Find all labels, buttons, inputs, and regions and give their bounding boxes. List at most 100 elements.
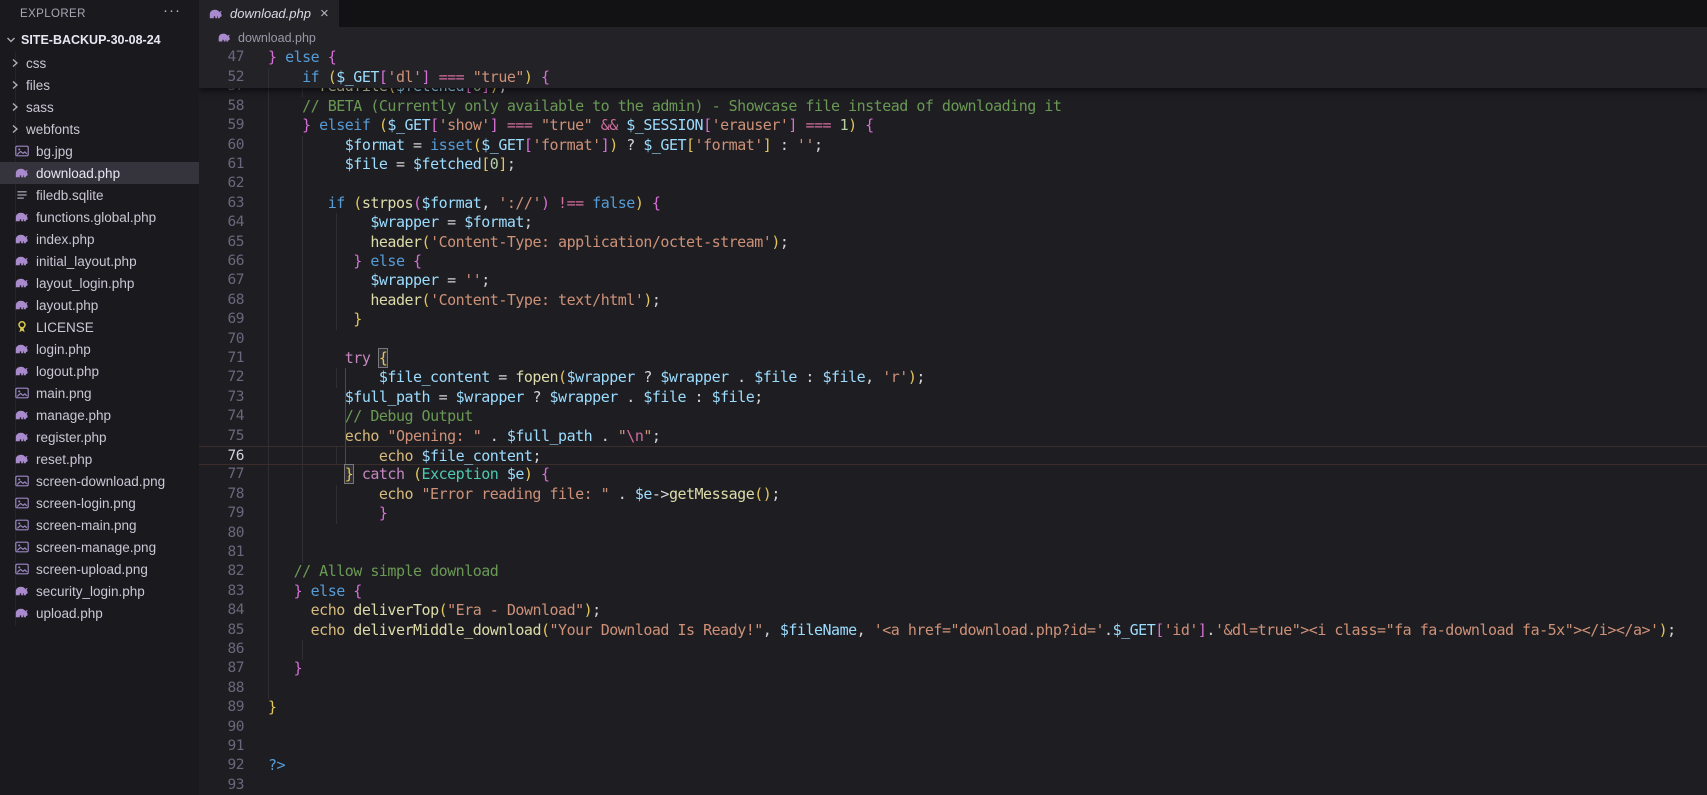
chevron-right-icon bbox=[7, 55, 23, 71]
code-line-59[interactable]: 59} elseif ($_GET['show'] === "true" && … bbox=[199, 116, 1707, 136]
tab-download-php[interactable]: download.php × bbox=[199, 0, 339, 27]
indent-guide bbox=[268, 116, 269, 136]
file-label: webfonts bbox=[26, 122, 80, 137]
indent-guide bbox=[268, 504, 269, 524]
code-line-90[interactable]: 90 bbox=[199, 718, 1707, 738]
sticky-line-52[interactable]: 52if ($_GET['dl'] === "true") { bbox=[199, 68, 1707, 88]
sidebar-item-filedb-sqlite[interactable]: filedb.sqlite bbox=[0, 184, 199, 206]
code-line-80[interactable]: 80 bbox=[199, 524, 1707, 544]
code-content: } else { bbox=[268, 582, 362, 600]
code-token: ? bbox=[618, 136, 644, 154]
code-token: [ bbox=[686, 136, 695, 154]
code-line-63[interactable]: 63if (strpos($format, '://') !== false) … bbox=[199, 194, 1707, 214]
sidebar-item-register-php[interactable]: register.php bbox=[0, 426, 199, 448]
sidebar-item-sass[interactable]: sass bbox=[0, 96, 199, 118]
sidebar-item-initial-layout-php[interactable]: initial_layout.php bbox=[0, 250, 199, 272]
sidebar-item-screen-login-png[interactable]: screen-login.png bbox=[0, 492, 199, 514]
sidebar-item-reset-php[interactable]: reset.php bbox=[0, 448, 199, 470]
sidebar-item-main-png[interactable]: main.png bbox=[0, 382, 199, 404]
code-token: === bbox=[439, 68, 465, 86]
code-line-75[interactable]: 75echo "Opening: " . $full_path . "\n"; bbox=[199, 427, 1707, 447]
code-token: ; bbox=[507, 155, 516, 173]
sticky-line-47[interactable]: 47} else { bbox=[199, 48, 1707, 68]
code-line-84[interactable]: 84echo deliverTop("Era - Download"); bbox=[199, 601, 1707, 621]
sidebar-item-css[interactable]: css bbox=[0, 52, 199, 74]
sidebar-item-screen-upload-png[interactable]: screen-upload.png bbox=[0, 558, 199, 580]
file-label: download.php bbox=[36, 166, 120, 181]
sidebar-item-login-php[interactable]: login.php bbox=[0, 338, 199, 360]
code-line-81[interactable]: 81 bbox=[199, 543, 1707, 563]
file-label: screen-manage.png bbox=[36, 540, 156, 555]
sidebar-item-security-login-php[interactable]: security_login.php bbox=[0, 580, 199, 602]
image-file-icon bbox=[14, 385, 30, 401]
code-token: ( bbox=[413, 194, 422, 212]
code-editor[interactable]: 57readfile($fetched[0]);58// BETA (Curre… bbox=[199, 48, 1707, 795]
code-line-87[interactable]: 87} bbox=[199, 659, 1707, 679]
explorer-actions-button[interactable]: ··· bbox=[163, 2, 181, 19]
code-token bbox=[370, 349, 379, 367]
code-line-93[interactable]: 93 bbox=[199, 776, 1707, 795]
project-root-item[interactable]: SITE-BACKUP-30-08-24 bbox=[0, 28, 199, 51]
code-content: $wrapper = $format; bbox=[268, 213, 532, 231]
code-line-68[interactable]: 68header('Content-Type: text/html'); bbox=[199, 291, 1707, 311]
explorer-title: EXPLORER bbox=[20, 8, 86, 20]
code-line-91[interactable]: 91 bbox=[199, 737, 1707, 757]
sidebar-item-layout-php[interactable]: layout.php bbox=[0, 294, 199, 316]
code-line-76[interactable]: 76echo $file_content; bbox=[199, 446, 1707, 465]
code-line-89[interactable]: 89} bbox=[199, 698, 1707, 718]
sidebar-item-logout-php[interactable]: logout.php bbox=[0, 360, 199, 382]
code-line-60[interactable]: 60$format = isset($_GET['format']) ? $_G… bbox=[199, 136, 1707, 156]
sidebar-item-upload-php[interactable]: upload.php bbox=[0, 602, 199, 624]
code-line-77[interactable]: 77} catch (Exception $e) { bbox=[199, 465, 1707, 485]
code-line-92[interactable]: 92?> bbox=[199, 756, 1707, 776]
sidebar-item-license[interactable]: LICENSE bbox=[0, 316, 199, 338]
code-line-67[interactable]: 67$wrapper = ''; bbox=[199, 271, 1707, 291]
sidebar-item-manage-php[interactable]: manage.php bbox=[0, 404, 199, 426]
code-line-78[interactable]: 78echo "Error reading file: " . $e->getM… bbox=[199, 485, 1707, 505]
image-file-icon bbox=[14, 473, 30, 489]
sidebar-item-index-php[interactable]: index.php bbox=[0, 228, 199, 250]
code-line-88[interactable]: 88 bbox=[199, 679, 1707, 699]
code-line-71[interactable]: 71try { bbox=[199, 349, 1707, 369]
code-token bbox=[532, 465, 541, 483]
sidebar-item-layout-login-php[interactable]: layout_login.php bbox=[0, 272, 199, 294]
code-line-73[interactable]: 73$full_path = $wrapper ? $wrapper . $fi… bbox=[199, 388, 1707, 408]
indent-guide bbox=[302, 465, 303, 485]
sidebar-item-functions-global-php[interactable]: functions.global.php bbox=[0, 206, 199, 228]
code-token: [ bbox=[1155, 621, 1164, 639]
file-label: index.php bbox=[36, 232, 95, 247]
indent-guide bbox=[268, 427, 269, 447]
code-token bbox=[532, 68, 541, 86]
code-line-61[interactable]: 61$file = $fetched[0]; bbox=[199, 155, 1707, 175]
code-line-66[interactable]: 66} else { bbox=[199, 252, 1707, 272]
sidebar-item-screen-manage-png[interactable]: screen-manage.png bbox=[0, 536, 199, 558]
line-number: 78 bbox=[199, 485, 244, 504]
image-file-icon bbox=[14, 517, 30, 533]
code-line-58[interactable]: 58// BETA (Currently only available to t… bbox=[199, 97, 1707, 117]
code-line-72[interactable]: 72$file_content = fopen($wrapper ? $wrap… bbox=[199, 368, 1707, 388]
code-token: "Opening: " bbox=[387, 427, 481, 445]
code-token bbox=[413, 447, 422, 465]
sidebar-item-files[interactable]: files bbox=[0, 74, 199, 96]
code-line-86[interactable]: 86 bbox=[199, 640, 1707, 660]
sidebar-item-screen-download-png[interactable]: screen-download.png bbox=[0, 470, 199, 492]
code-line-62[interactable]: 62 bbox=[199, 174, 1707, 194]
code-line-79[interactable]: 79} bbox=[199, 504, 1707, 524]
sidebar-item-screen-main-png[interactable]: screen-main.png bbox=[0, 514, 199, 536]
code-line-70[interactable]: 70 bbox=[199, 330, 1707, 350]
code-line-74[interactable]: 74// Debug Output bbox=[199, 407, 1707, 427]
sidebar-item-webfonts[interactable]: webfonts bbox=[0, 118, 199, 140]
code-line-83[interactable]: 83} else { bbox=[199, 582, 1707, 602]
sidebar-item-download-php[interactable]: download.php bbox=[0, 162, 199, 184]
code-line-64[interactable]: 64$wrapper = $format; bbox=[199, 213, 1707, 233]
tab-close-icon[interactable]: × bbox=[320, 6, 329, 21]
breadcrumb-item[interactable]: download.php bbox=[238, 31, 316, 45]
code-token: "Your Download Is Ready!" bbox=[550, 621, 763, 639]
code-line-85[interactable]: 85echo deliverMiddle_download("Your Down… bbox=[199, 621, 1707, 641]
sidebar-item-bg-jpg[interactable]: bg.jpg bbox=[0, 140, 199, 162]
code-token: header bbox=[370, 291, 421, 309]
code-line-82[interactable]: 82// Allow simple download bbox=[199, 562, 1707, 582]
code-line-65[interactable]: 65header('Content-Type: application/octe… bbox=[199, 233, 1707, 253]
file-label: filedb.sqlite bbox=[36, 188, 104, 203]
code-line-69[interactable]: 69} bbox=[199, 310, 1707, 330]
